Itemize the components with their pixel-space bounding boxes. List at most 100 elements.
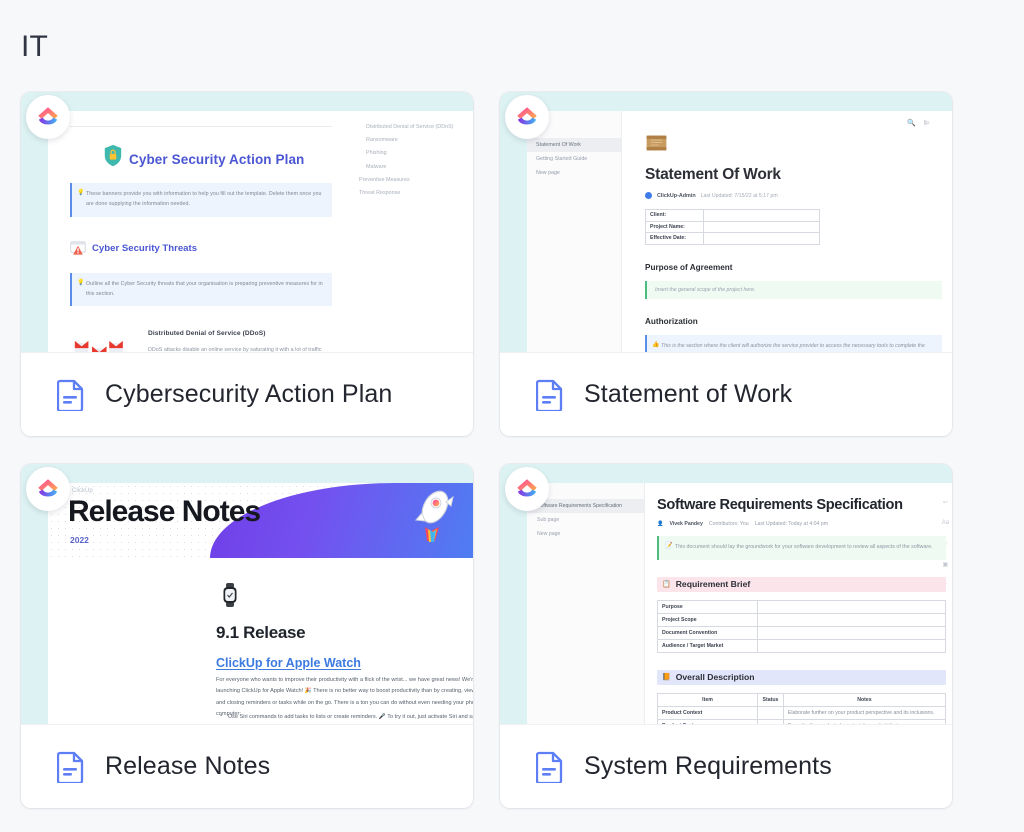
callout-text: These banners provide you with informati… (86, 191, 322, 208)
field-value[interactable] (703, 209, 820, 222)
doc-meta: ClickUp-Admin Last Updated: 7/15/22 at 5… (645, 192, 942, 199)
table-row: Project Name: (645, 220, 820, 233)
document-icon (536, 751, 563, 783)
scroll-icon (646, 135, 667, 151)
banner-title: Release Notes (68, 495, 261, 528)
apple-watch-icon (223, 583, 237, 607)
release-banner: ClickUp Release Notes 2022 (48, 483, 473, 558)
outline-item: Distributed Denial of Service (DDoS) (366, 124, 454, 130)
doc-sidebar: Statement Of Work Getting Started Guide … (527, 111, 622, 352)
row-value[interactable] (757, 625, 946, 640)
sidebar-item[interactable]: New page (527, 166, 621, 180)
doc-toolbar: 🔍 ⊫ (622, 111, 952, 133)
release-link[interactable]: ClickUp for Apple Watch (216, 656, 361, 670)
template-card-statement-of-work[interactable]: Statement Of Work Getting Started Guide … (500, 92, 952, 436)
field-value[interactable] (703, 220, 820, 233)
template-card-grid: Distributed Denial of Service (DDoS) Ran… (21, 92, 1003, 808)
lightbulb-icon: 💡 (77, 279, 85, 286)
callout-text: This is the section where the client wil… (661, 342, 925, 349)
doc-preview-surface: Distributed Denial of Service (DDoS) Ran… (48, 111, 473, 352)
cell-status[interactable] (757, 718, 784, 724)
table-row: Effective Date: (645, 232, 820, 245)
field-label: Project Name: (645, 220, 704, 233)
info-callout: 💡 These banners provide you with informa… (70, 183, 332, 217)
clickup-logo-icon (505, 467, 549, 511)
article-block: Distributed Denial of Service (DDoS) DDo… (70, 330, 332, 352)
field-value[interactable] (703, 232, 820, 245)
row-label: Document Convention (657, 625, 758, 640)
outline-item: Preventive Measures (359, 176, 410, 183)
doc-title-row: Cyber Security Action Plan (103, 144, 332, 167)
table-row: Purpose (657, 599, 946, 614)
requirement-brief-table: Purpose Project Scope Document Conventio… (657, 599, 946, 653)
card-preview: ClickUp Release Notes 2022 9.1 Release C… (21, 464, 473, 724)
sidebar-item[interactable]: Sub page (527, 513, 644, 527)
banner-year: 2022 (70, 535, 89, 545)
section-title: Overall Description (675, 672, 755, 683)
card-preview: Statement Of Work Getting Started Guide … (500, 92, 952, 352)
row-value[interactable] (757, 612, 946, 627)
doc-title: Software Requirements Specification (657, 497, 903, 513)
sidebar-item[interactable]: New page (527, 527, 644, 541)
column-header: Notes (782, 692, 947, 707)
card-footer[interactable]: Release Notes (21, 724, 473, 808)
rocket-icon (415, 490, 454, 542)
table-row: Product Feature Describe the product cha… (657, 718, 947, 724)
callout-text: Outline all the Cyber Security threats t… (86, 280, 323, 297)
row-value[interactable] (757, 599, 946, 614)
sidebar-item[interactable]: Getting Started Guide (527, 152, 621, 166)
section-title: Requirement Brief (675, 579, 751, 590)
search-icon[interactable]: 🔍 (907, 119, 916, 127)
outline-item: Phishing (366, 150, 387, 157)
callout-text: This document should lay the groundwork … (675, 544, 933, 550)
cell-status[interactable] (757, 705, 784, 720)
page-title: IT (21, 30, 49, 63)
card-preview: Distributed Denial of Service (DDoS) Ran… (21, 92, 473, 352)
column-header: Status (757, 692, 784, 707)
table-row: Document Convention (657, 625, 946, 640)
row-label: Project Scope (657, 612, 758, 627)
banner-eyebrow: ClickUp (72, 488, 93, 494)
card-footer[interactable]: Cybersecurity Action Plan (21, 352, 473, 436)
sidebar-item[interactable]: Statement Of Work (527, 138, 621, 152)
template-card-system-requirements[interactable]: Software Requirements Specification Sub … (500, 464, 952, 808)
doc-updated: Last Updated: Today at 4:04 pm (754, 521, 829, 527)
doc-preview-surface: ClickUp Release Notes 2022 9.1 Release C… (48, 483, 473, 724)
outline-item: Threat Response (359, 190, 401, 197)
doc-note-callout: 📝 This document should lay the groundwor… (657, 536, 946, 560)
release-heading: 9.1 Release (216, 623, 306, 642)
doc-body: Software Requirements Specification 👤 Vi… (657, 497, 947, 724)
section-heading-overall-description: 📙 Overall Description (657, 669, 946, 685)
article-title: Distributed Denial of Service (DDoS) (148, 330, 266, 338)
doc-body: Cyber Security Action Plan 💡 These banne… (70, 121, 332, 352)
card-title: Statement of Work (584, 380, 793, 408)
row-value[interactable] (757, 638, 946, 653)
table-row: Product Context Elaborate further on you… (657, 705, 947, 720)
clickup-logo-icon (26, 95, 70, 139)
panel-toggle-icon[interactable]: ⊫ (924, 119, 930, 127)
release-bullet: Use Siri commands to add tasks to lists … (220, 710, 473, 724)
thumbs-up-icon: 👍 (652, 341, 660, 348)
document-icon (57, 751, 84, 783)
table-header-row: Item Status Notes (657, 692, 947, 707)
section-title: Purpose of Agreement (645, 262, 733, 272)
doc-title: Statement Of Work (645, 166, 781, 183)
template-card-cybersecurity-action-plan[interactable]: Distributed Denial of Service (DDoS) Ran… (21, 92, 473, 436)
cell-item: Product Context (657, 705, 758, 720)
clickup-logo-icon (26, 467, 70, 511)
column-header: Item (657, 692, 758, 707)
doc-author: Vivek Pandey (669, 521, 703, 527)
template-card-release-notes[interactable]: ClickUp Release Notes 2022 9.1 Release C… (21, 464, 473, 808)
doc-preview-surface: Software Requirements Specification Sub … (527, 483, 952, 724)
memo-icon: 📝 (665, 543, 673, 549)
fields-table: Client: Project Name: Effective Date: (645, 209, 820, 245)
avatar (645, 192, 652, 199)
card-footer[interactable]: Statement of Work (500, 352, 952, 436)
card-title: System Requirements (584, 752, 832, 780)
book-icon: 📙 (662, 674, 671, 682)
person-icon: 👤 (657, 521, 664, 527)
card-footer[interactable]: System Requirements (500, 724, 952, 808)
cell-notes: Elaborate further on your product perspe… (782, 705, 947, 720)
clickup-logo-icon (505, 95, 549, 139)
outline-item: Ransomware (366, 137, 398, 144)
